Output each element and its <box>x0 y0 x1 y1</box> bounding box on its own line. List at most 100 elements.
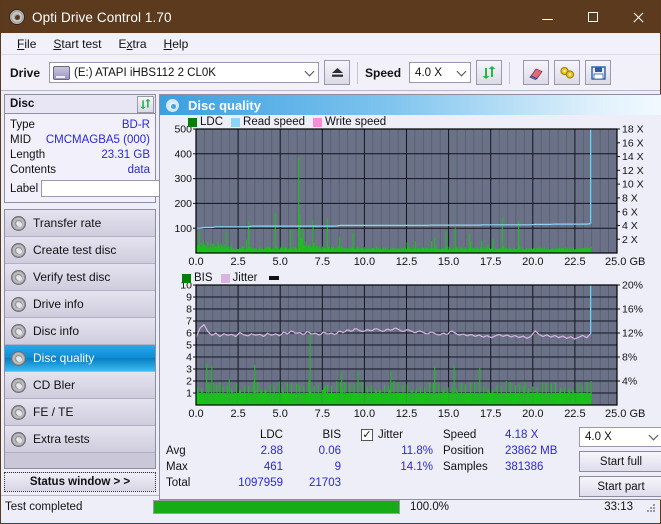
legend-marker-icon <box>269 276 280 280</box>
menu-item-extra[interactable]: Extra <box>110 36 155 52</box>
svg-text:2 X: 2 X <box>622 234 638 246</box>
chevron-down-icon <box>648 430 659 441</box>
svg-text:10.0: 10.0 <box>354 408 375 420</box>
svg-text:2: 2 <box>186 376 192 388</box>
stats-column-bis: BIS 0.06 9 21703 <box>283 427 341 497</box>
menu-item-start-test[interactable]: Start test <box>45 36 110 52</box>
disc-quality-icon <box>166 98 179 112</box>
save-button[interactable] <box>585 60 612 85</box>
svg-text:17.5: 17.5 <box>480 256 501 268</box>
test-speed-select[interactable]: 4.0 X <box>579 427 661 447</box>
progress-bar <box>153 499 400 514</box>
left-panel: Disc Type BD-R MID CMCMAGBA5 (000) Lengt… <box>1 91 247 495</box>
stats-actions: 4.0 X Start full Start part <box>579 427 661 497</box>
legend-label: Read speed <box>243 116 306 128</box>
sidebar-item-fe-te[interactable]: FE / TE <box>5 399 155 426</box>
svg-text:4: 4 <box>186 352 192 364</box>
stats-max-ldc: 461 <box>263 461 283 473</box>
svg-text:5: 5 <box>186 340 192 352</box>
stats-total-ldc: 1097959 <box>238 477 283 489</box>
svg-text:2.5: 2.5 <box>230 256 245 268</box>
svg-text:22.5: 22.5 <box>564 408 585 420</box>
stats-header-ldc: LDC <box>259 429 283 441</box>
disc-row-key: Length <box>10 148 46 161</box>
resize-grip-icon[interactable] <box>647 502 657 512</box>
ldc-chart: LDC Read speed Write speed 100 200 300 400 5… <box>160 115 661 271</box>
disc-row-value: data <box>127 163 150 176</box>
legend-item-read-speed: Read speed <box>231 116 305 128</box>
content-header: Disc quality <box>160 95 661 115</box>
start-full-label: Start full <box>599 455 643 468</box>
stats-column-ldc: LDC 2.88 461 1097959 <box>221 427 283 497</box>
value-position: 23862 MB <box>505 445 558 457</box>
close-button[interactable] <box>615 1 660 33</box>
disc-panel-title: Disc <box>10 98 35 110</box>
tools-button[interactable] <box>554 60 581 85</box>
svg-text:20.0: 20.0 <box>522 408 543 420</box>
legend-item-write-speed: Write speed <box>313 116 386 128</box>
sidebar-item-disc-info[interactable]: Disc info <box>5 318 155 345</box>
speed-select[interactable]: 4.0 X <box>409 62 472 83</box>
menu-item-file[interactable]: File <box>9 36 45 52</box>
disc-quality-panel: Disc quality LDC Read speed Write speed <box>159 94 661 500</box>
sidebar-item-label: Disc quality <box>33 351 95 365</box>
sidebar-item-transfer-rate[interactable]: Transfer rate <box>5 210 155 237</box>
legend-label: BIS <box>194 272 213 284</box>
speed-select-value: 4.0 X <box>415 66 442 79</box>
svg-text:16%: 16% <box>622 304 643 316</box>
maximize-button[interactable] <box>570 1 615 33</box>
disc-icon <box>11 296 26 312</box>
test-speed-value: 4.0 X <box>585 431 612 443</box>
disc-icon <box>11 269 26 285</box>
legend-label: Write speed <box>325 116 387 128</box>
minimize-button[interactable] <box>525 1 570 33</box>
status-window-button[interactable]: Status window > > <box>4 472 156 492</box>
stats-header-bis: BIS <box>322 429 341 441</box>
legend-item-bis: BIS <box>182 272 213 284</box>
drive-label: Drive <box>10 65 41 80</box>
sidebar-item-verify-test-disc[interactable]: Verify test disc <box>5 264 155 291</box>
legend-swatch-icon <box>313 117 323 127</box>
svg-text:7.5: 7.5 <box>315 408 330 420</box>
jitter-checkbox[interactable]: ✓ <box>361 429 373 441</box>
svg-text:12 X: 12 X <box>622 165 644 177</box>
sidebar-item-extra-tests[interactable]: Extra tests <box>5 426 155 453</box>
disc-row-value: CMCMAGBA5 (000) <box>45 133 150 146</box>
start-part-button[interactable]: Start part <box>579 476 661 497</box>
svg-text:4 X: 4 X <box>622 220 638 232</box>
disc-icon <box>11 242 26 258</box>
stats-total-bis: 21703 <box>309 477 341 489</box>
jitter-label: Jitter <box>378 429 403 441</box>
app-disc-icon <box>9 9 25 25</box>
toolbar-separator-2 <box>509 61 511 84</box>
svg-text:200: 200 <box>174 198 192 210</box>
status-window-label: Status window > > <box>29 476 131 488</box>
svg-text:17.5: 17.5 <box>480 408 501 420</box>
refresh-icon <box>482 66 496 79</box>
refresh-button[interactable] <box>476 60 503 85</box>
sidebar-item-label: Disc info <box>33 324 80 338</box>
stats-label-avg: Avg <box>166 445 186 457</box>
eject-button[interactable] <box>324 60 351 85</box>
disc-icon <box>11 215 26 231</box>
jitter-checkbox-row[interactable]: ✓ Jitter <box>359 427 437 443</box>
refresh-icon <box>140 98 151 110</box>
disc-refresh-button[interactable] <box>137 95 154 113</box>
sidebar-item-create-test-disc[interactable]: Create test disc <box>5 237 155 264</box>
sidebar-item-cd-bler[interactable]: CD Bler <box>5 372 155 399</box>
drive-select[interactable]: (E:) ATAPI iHBS112 2 CL0K <box>49 62 320 83</box>
disc-row-value: BD-R <box>121 118 150 131</box>
start-full-button[interactable]: Start full <box>579 451 661 472</box>
sidebar-filler <box>5 453 155 468</box>
sidebar-item-disc-quality[interactable]: Disc quality <box>5 345 155 372</box>
sidebar-item-drive-info[interactable]: Drive info <box>5 291 155 318</box>
stats-column-jitter: ✓ Jitter 11.8% 14.1% <box>359 427 437 497</box>
value-speed: 4.18 X <box>505 429 539 441</box>
window-controls <box>525 1 660 33</box>
disc-row-length: Length 23.31 GB <box>10 147 150 162</box>
chevron-down-icon <box>304 66 315 76</box>
ldc-chart-legend: LDC Read speed Write speed <box>188 116 390 128</box>
legend-swatch-icon <box>220 273 230 283</box>
erase-button[interactable] <box>523 60 550 85</box>
menu-item-help[interactable]: Help <box>156 36 198 52</box>
